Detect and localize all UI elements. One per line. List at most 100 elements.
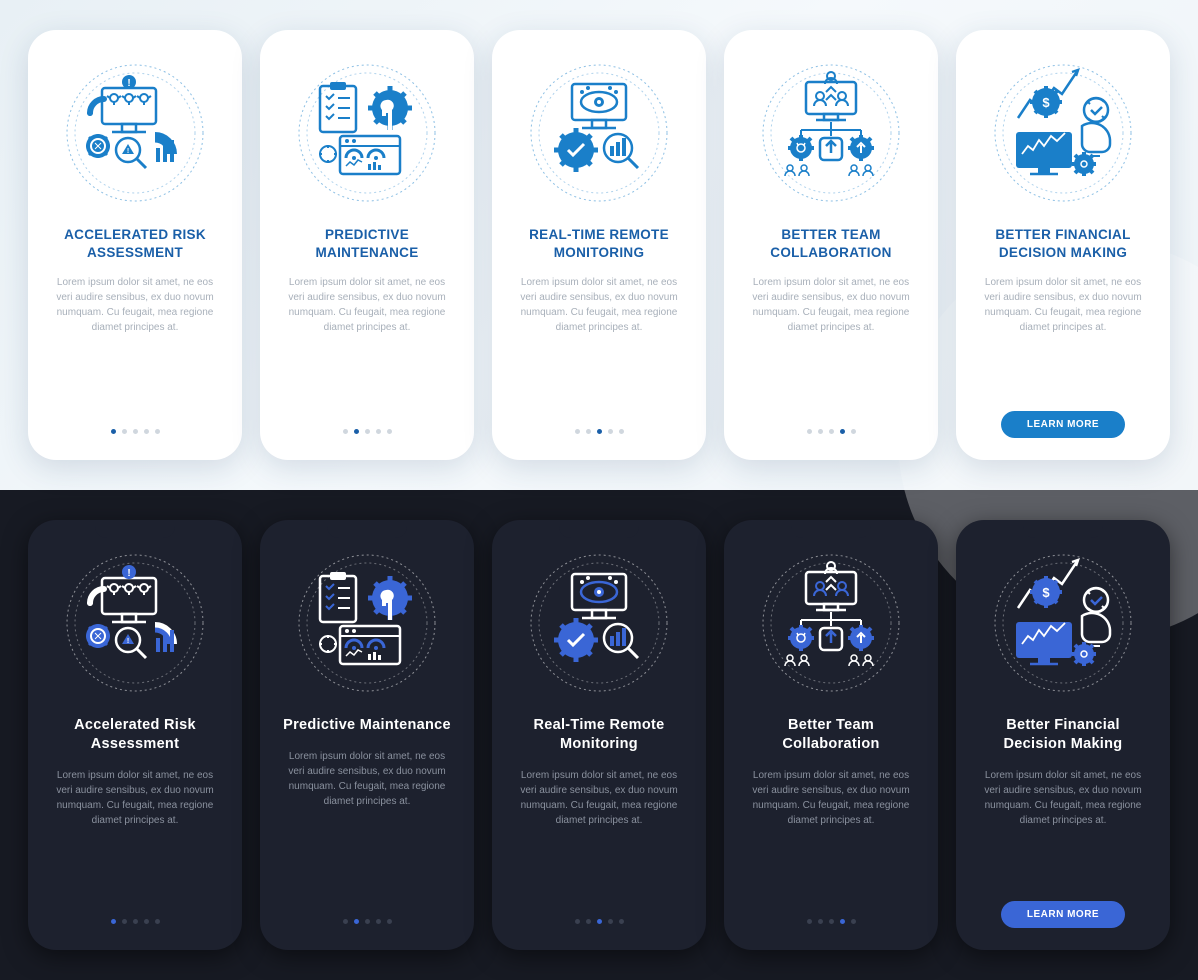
screen-description: Lorem ipsum dolor sit amet, ne eos veri … xyxy=(974,768,1152,901)
svg-text:!: ! xyxy=(127,568,130,579)
learn-more-button[interactable]: LEARN MORE xyxy=(1001,411,1125,438)
pagination-dot[interactable] xyxy=(575,429,580,434)
pagination-dot[interactable] xyxy=(354,919,359,924)
screen-title: Accelerated Risk Assessment xyxy=(46,716,224,754)
pagination-dot[interactable] xyxy=(343,919,348,924)
pagination-dot[interactable] xyxy=(818,429,823,434)
pagination-dot[interactable] xyxy=(840,429,845,434)
svg-text:!: ! xyxy=(127,148,129,155)
pagination-dot[interactable] xyxy=(144,919,149,924)
phone-notch xyxy=(95,30,175,48)
onboarding-screen-2: Real-Time Remote Monitoring Lorem ipsum d… xyxy=(492,520,706,950)
pagination-dot[interactable] xyxy=(354,429,359,434)
pagination-dot[interactable] xyxy=(851,919,856,924)
onboarding-screen-2: REAL-TIME REMOTE MONITORING Lorem ipsum d… xyxy=(492,30,706,460)
pagination-dots xyxy=(111,429,160,434)
pagination-dot[interactable] xyxy=(122,429,127,434)
onboarding-screen-4: $ Better Financial Decision Making Lorem … xyxy=(956,520,1170,950)
risk-icon: ! ! xyxy=(60,548,210,698)
monitoring-icon xyxy=(524,548,674,698)
pagination-dots xyxy=(807,919,856,924)
svg-text:!: ! xyxy=(127,78,130,89)
pagination-dot[interactable] xyxy=(586,919,591,924)
screen-title: Predictive Maintenance xyxy=(279,716,455,735)
phone-notch xyxy=(95,520,175,538)
pagination-dot[interactable] xyxy=(122,919,127,924)
pagination-dot[interactable] xyxy=(608,429,613,434)
svg-text:$: $ xyxy=(1042,95,1050,110)
screen-description: Lorem ipsum dolor sit amet, ne eos veri … xyxy=(278,749,456,919)
svg-text:$: $ xyxy=(1042,585,1050,600)
screen-description: Lorem ipsum dolor sit amet, ne eos veri … xyxy=(278,275,456,429)
screen-title: Better Financial Decision Making xyxy=(974,716,1152,754)
risk-icon: ! ! xyxy=(60,58,210,208)
onboarding-screen-4: $ BETTER FINANCIAL DECISION MAKING Lorem … xyxy=(956,30,1170,460)
pagination-dot[interactable] xyxy=(376,429,381,434)
pagination-dot[interactable] xyxy=(387,429,392,434)
phone-notch xyxy=(791,520,871,538)
screen-title: BETTER TEAM COLLABORATION xyxy=(742,226,920,261)
screen-description: Lorem ipsum dolor sit amet, ne eos veri … xyxy=(46,768,224,919)
light-theme-row: ! ! ACCELERATED RISK ASSESSMENTLorem ips… xyxy=(0,0,1198,490)
onboarding-screen-1: Predictive Maintenance Lorem ipsum dolor … xyxy=(260,520,474,950)
phone-notch xyxy=(327,30,407,48)
phone-notch xyxy=(559,520,639,538)
screen-title: BETTER FINANCIAL DECISION MAKING xyxy=(974,226,1152,261)
pagination-dot[interactable] xyxy=(155,429,160,434)
pagination-dot[interactable] xyxy=(133,429,138,434)
svg-text:!: ! xyxy=(127,638,129,645)
onboarding-screen-0: ! ! Accelerated Risk Assessment Lorem ips… xyxy=(28,520,242,950)
pagination-dot[interactable] xyxy=(829,919,834,924)
pagination-dots xyxy=(111,919,160,924)
monitoring-icon xyxy=(524,58,674,208)
pagination-dot[interactable] xyxy=(387,919,392,924)
phone-notch xyxy=(1023,520,1103,538)
screen-description: Lorem ipsum dolor sit amet, ne eos veri … xyxy=(510,768,688,919)
pagination-dot[interactable] xyxy=(597,429,602,434)
pagination-dot[interactable] xyxy=(840,919,845,924)
screen-title: REAL-TIME REMOTE MONITORING xyxy=(510,226,688,261)
onboarding-screen-3: BETTER TEAM COLLABORATION Lorem ipsum dol… xyxy=(724,30,938,460)
finance-icon: $ xyxy=(988,548,1138,698)
pagination-dot[interactable] xyxy=(619,919,624,924)
team-icon xyxy=(756,548,906,698)
pagination-dot[interactable] xyxy=(619,429,624,434)
screen-description: Lorem ipsum dolor sit amet, ne eos veri … xyxy=(510,275,688,429)
learn-more-button[interactable]: LEARN MORE xyxy=(1001,901,1125,928)
maintenance-icon xyxy=(292,548,442,698)
onboarding-screen-1: PREDICTIVE MAINTENANCELorem ipsum dolor … xyxy=(260,30,474,460)
pagination-dot[interactable] xyxy=(111,919,116,924)
maintenance-icon xyxy=(292,58,442,208)
screen-description: Lorem ipsum dolor sit amet, ne eos veri … xyxy=(742,275,920,429)
pagination-dot[interactable] xyxy=(155,919,160,924)
pagination-dot[interactable] xyxy=(851,429,856,434)
pagination-dot[interactable] xyxy=(608,919,613,924)
pagination-dot[interactable] xyxy=(144,429,149,434)
screen-title: Better Team Collaboration xyxy=(742,716,920,754)
pagination-dot[interactable] xyxy=(365,919,370,924)
phone-notch xyxy=(327,520,407,538)
phone-notch xyxy=(1023,30,1103,48)
phone-notch xyxy=(791,30,871,48)
pagination-dots xyxy=(807,429,856,434)
pagination-dot[interactable] xyxy=(376,919,381,924)
pagination-dot[interactable] xyxy=(365,429,370,434)
pagination-dot[interactable] xyxy=(807,429,812,434)
pagination-dot[interactable] xyxy=(818,919,823,924)
pagination-dot[interactable] xyxy=(111,429,116,434)
pagination-dot[interactable] xyxy=(133,919,138,924)
pagination-dot[interactable] xyxy=(597,919,602,924)
pagination-dot[interactable] xyxy=(343,429,348,434)
pagination-dots xyxy=(343,919,392,924)
pagination-dot[interactable] xyxy=(829,429,834,434)
pagination-dots xyxy=(343,429,392,434)
pagination-dots xyxy=(575,919,624,924)
onboarding-screen-0: ! ! ACCELERATED RISK ASSESSMENTLorem ips… xyxy=(28,30,242,460)
phone-notch xyxy=(559,30,639,48)
screen-title: Real-Time Remote Monitoring xyxy=(510,716,688,754)
pagination-dot[interactable] xyxy=(807,919,812,924)
pagination-dot[interactable] xyxy=(575,919,580,924)
pagination-dot[interactable] xyxy=(586,429,591,434)
finance-icon: $ xyxy=(988,58,1138,208)
screen-description: Lorem ipsum dolor sit amet, ne eos veri … xyxy=(974,275,1152,411)
